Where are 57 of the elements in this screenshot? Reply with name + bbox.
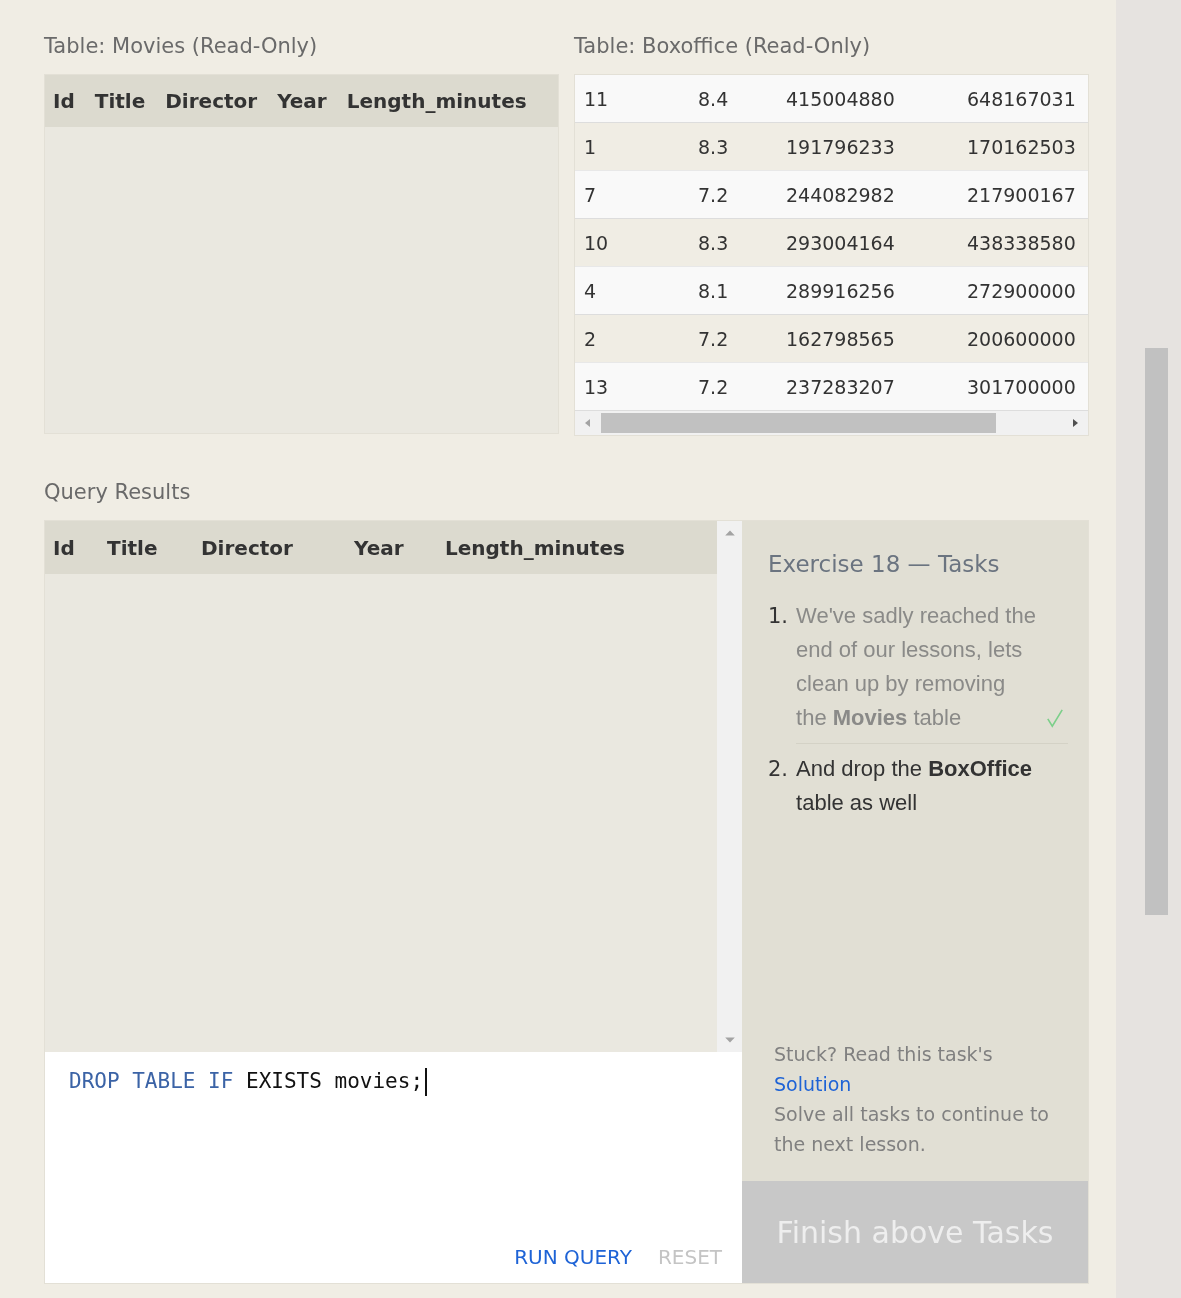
- table-cell-text: 1: [583, 135, 598, 158]
- task-text: We've sadly reached the end of our lessons, lets clean up by removing the Movies table: [796, 602, 1037, 732]
- column-header: Length_minutes: [346, 89, 527, 113]
- table-cell-text: 415004880: [786, 87, 896, 110]
- column-header: Director: [165, 89, 258, 113]
- column-header: Year: [277, 89, 327, 113]
- task-number: 1.: [768, 603, 789, 630]
- task-text: And drop the BoxOffice table as well: [796, 755, 1034, 817]
- table-title: Table: Boxoffice (Read-Only): [574, 33, 872, 60]
- column-header: Title: [94, 89, 146, 113]
- column-header: Id: [53, 89, 75, 113]
- table-cell-text: 301700000: [967, 375, 1077, 398]
- help-text: Stuck? Read this task's: [774, 1042, 994, 1067]
- help-text: Solve all tasks to continue to the next lesson.: [774, 1102, 1050, 1157]
- table-cell-text: 7.2: [698, 375, 730, 398]
- horizontal-scrollbar[interactable]: [575, 411, 1088, 435]
- vertical-scrollbar[interactable]: [717, 521, 742, 1052]
- right-arrow-icon[interactable]: [1070, 418, 1080, 428]
- table-cell-text: 8.4: [698, 87, 730, 110]
- column-header: Id: [53, 535, 76, 560]
- table-title: Table: Movies (Read-Only): [44, 33, 319, 60]
- table-cell-text: 244082982: [786, 183, 896, 206]
- table-cell-text: 293004164: [786, 231, 896, 254]
- table-cell-text: 10: [583, 231, 610, 254]
- check-icon: [1046, 708, 1065, 728]
- text-button[interactable]: RUN QUERY: [506, 1241, 640, 1273]
- table-cell-text: 289916256: [786, 279, 896, 302]
- solution-link[interactable]: Solution: [774, 1073, 852, 1095]
- table-cell-text: 4: [583, 279, 598, 302]
- table-cell-text: 200600000: [967, 327, 1077, 350]
- section-title: Query Results: [44, 479, 192, 506]
- table-cell-text: 2: [583, 327, 598, 350]
- table-cell-text: 272900000: [967, 279, 1077, 302]
- task-number: 2.: [768, 756, 789, 783]
- column-header: Director: [201, 535, 294, 560]
- table-cell-text: 8.3: [698, 135, 730, 158]
- table-cell-text: 7.2: [698, 183, 730, 206]
- left-arrow-icon[interactable]: [583, 418, 593, 428]
- column-header: Title: [107, 535, 159, 560]
- tasks-title: Exercise 18 — Tasks: [768, 551, 1001, 577]
- table-cell-text: 648167031: [967, 87, 1077, 110]
- table-cell-text: 191796233: [786, 135, 896, 158]
- code-line: DROP TABLE IF EXISTS movies;: [45, 1052, 428, 1096]
- column-header: Year: [354, 535, 405, 560]
- table-cell-text: 237283207: [786, 375, 896, 398]
- table-cell-text: 8.3: [698, 231, 730, 254]
- table-cell-text: 170162503: [967, 135, 1077, 158]
- table-cell-text: 7: [583, 183, 598, 206]
- table-cell-text: 11: [583, 87, 610, 110]
- table-cell-text: 13: [583, 375, 610, 398]
- page-scrollbar[interactable]: [1115, 0, 1181, 1298]
- table-cell-text: 217900167: [967, 183, 1077, 206]
- table-cell-text: 438338580: [967, 231, 1077, 254]
- table-cell-text: 162798565: [786, 327, 896, 350]
- table-cell-text: 8.1: [698, 279, 730, 302]
- table-cell-text: 7.2: [698, 327, 730, 350]
- column-header: Length_minutes: [445, 535, 625, 560]
